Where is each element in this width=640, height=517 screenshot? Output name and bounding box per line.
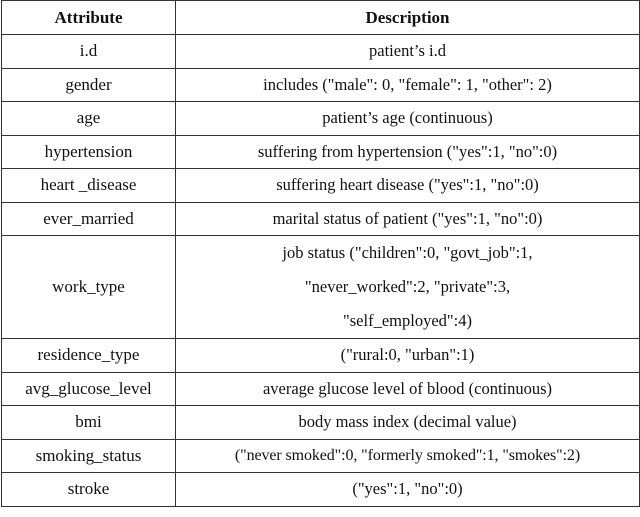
attribute-cell: smoking_status bbox=[1, 438, 176, 473]
description-line: job status ("children":0, "govt_job":1, bbox=[282, 243, 533, 262]
table-row: work_type job status ("children":0, "gov… bbox=[1, 235, 640, 339]
description-cell: ("yes":1, "no":0) bbox=[175, 472, 640, 507]
header-row: Attribute Description bbox=[1, 0, 640, 35]
attribute-cell: work_type bbox=[1, 235, 176, 339]
description-cell: job status ("children":0, "govt_job":1, … bbox=[175, 235, 640, 339]
description-cell: ("never smoked":0, "formerly smoked":1, … bbox=[175, 438, 640, 473]
table-row: heart _disease suffering heart disease (… bbox=[1, 168, 640, 203]
description-cell: body mass index (decimal value) bbox=[175, 405, 640, 440]
description-cell: ("rural:0, "urban":1) bbox=[175, 338, 640, 373]
description-cell: suffering heart disease ("yes":1, "no":0… bbox=[175, 168, 640, 203]
attribute-cell: residence_type bbox=[1, 338, 176, 373]
description-cell: includes ("male": 0, "female": 1, "other… bbox=[175, 67, 640, 102]
table-row: age patient’s age (continuous) bbox=[1, 101, 640, 136]
description-cell: suffering from hypertension ("yes":1, "n… bbox=[175, 134, 640, 169]
description-line: "self_employed":4) bbox=[343, 311, 472, 330]
attribute-cell: bmi bbox=[1, 405, 176, 440]
table-row: residence_type ("rural:0, "urban":1) bbox=[1, 338, 640, 373]
table-row: gender includes ("male": 0, "female": 1,… bbox=[1, 67, 640, 102]
attribute-cell: i.d bbox=[1, 34, 176, 69]
description-cell: patient’s age (continuous) bbox=[175, 101, 640, 136]
attribute-cell: heart _disease bbox=[1, 168, 176, 203]
header-attribute: Attribute bbox=[1, 0, 176, 35]
table-row: stroke ("yes":1, "no":0) bbox=[1, 472, 640, 507]
attribute-cell: age bbox=[1, 101, 176, 136]
attribute-description-table: Attribute Description i.d patient’s i.d … bbox=[1, 0, 640, 507]
description-line: "never_worked":2, "private":3, bbox=[304, 277, 511, 296]
header-description: Description bbox=[175, 0, 640, 35]
description-cell: average glucose level of blood (continuo… bbox=[175, 371, 640, 406]
attribute-cell: hypertension bbox=[1, 134, 176, 169]
table-row: smoking_status ("never smoked":0, "forme… bbox=[1, 438, 640, 473]
table-row: i.d patient’s i.d bbox=[1, 34, 640, 69]
table-row: ever_married marital status of patient (… bbox=[1, 201, 640, 236]
description-cell: patient’s i.d bbox=[175, 34, 640, 69]
table-row: hypertension suffering from hypertension… bbox=[1, 134, 640, 169]
table-row: avg_glucose_level average glucose level … bbox=[1, 371, 640, 406]
description-cell: marital status of patient ("yes":1, "no"… bbox=[175, 201, 640, 236]
attribute-cell: avg_glucose_level bbox=[1, 371, 176, 406]
table-row: bmi body mass index (decimal value) bbox=[1, 405, 640, 440]
attribute-cell: stroke bbox=[1, 472, 176, 507]
attribute-cell: gender bbox=[1, 67, 176, 102]
attribute-cell: ever_married bbox=[1, 201, 176, 236]
